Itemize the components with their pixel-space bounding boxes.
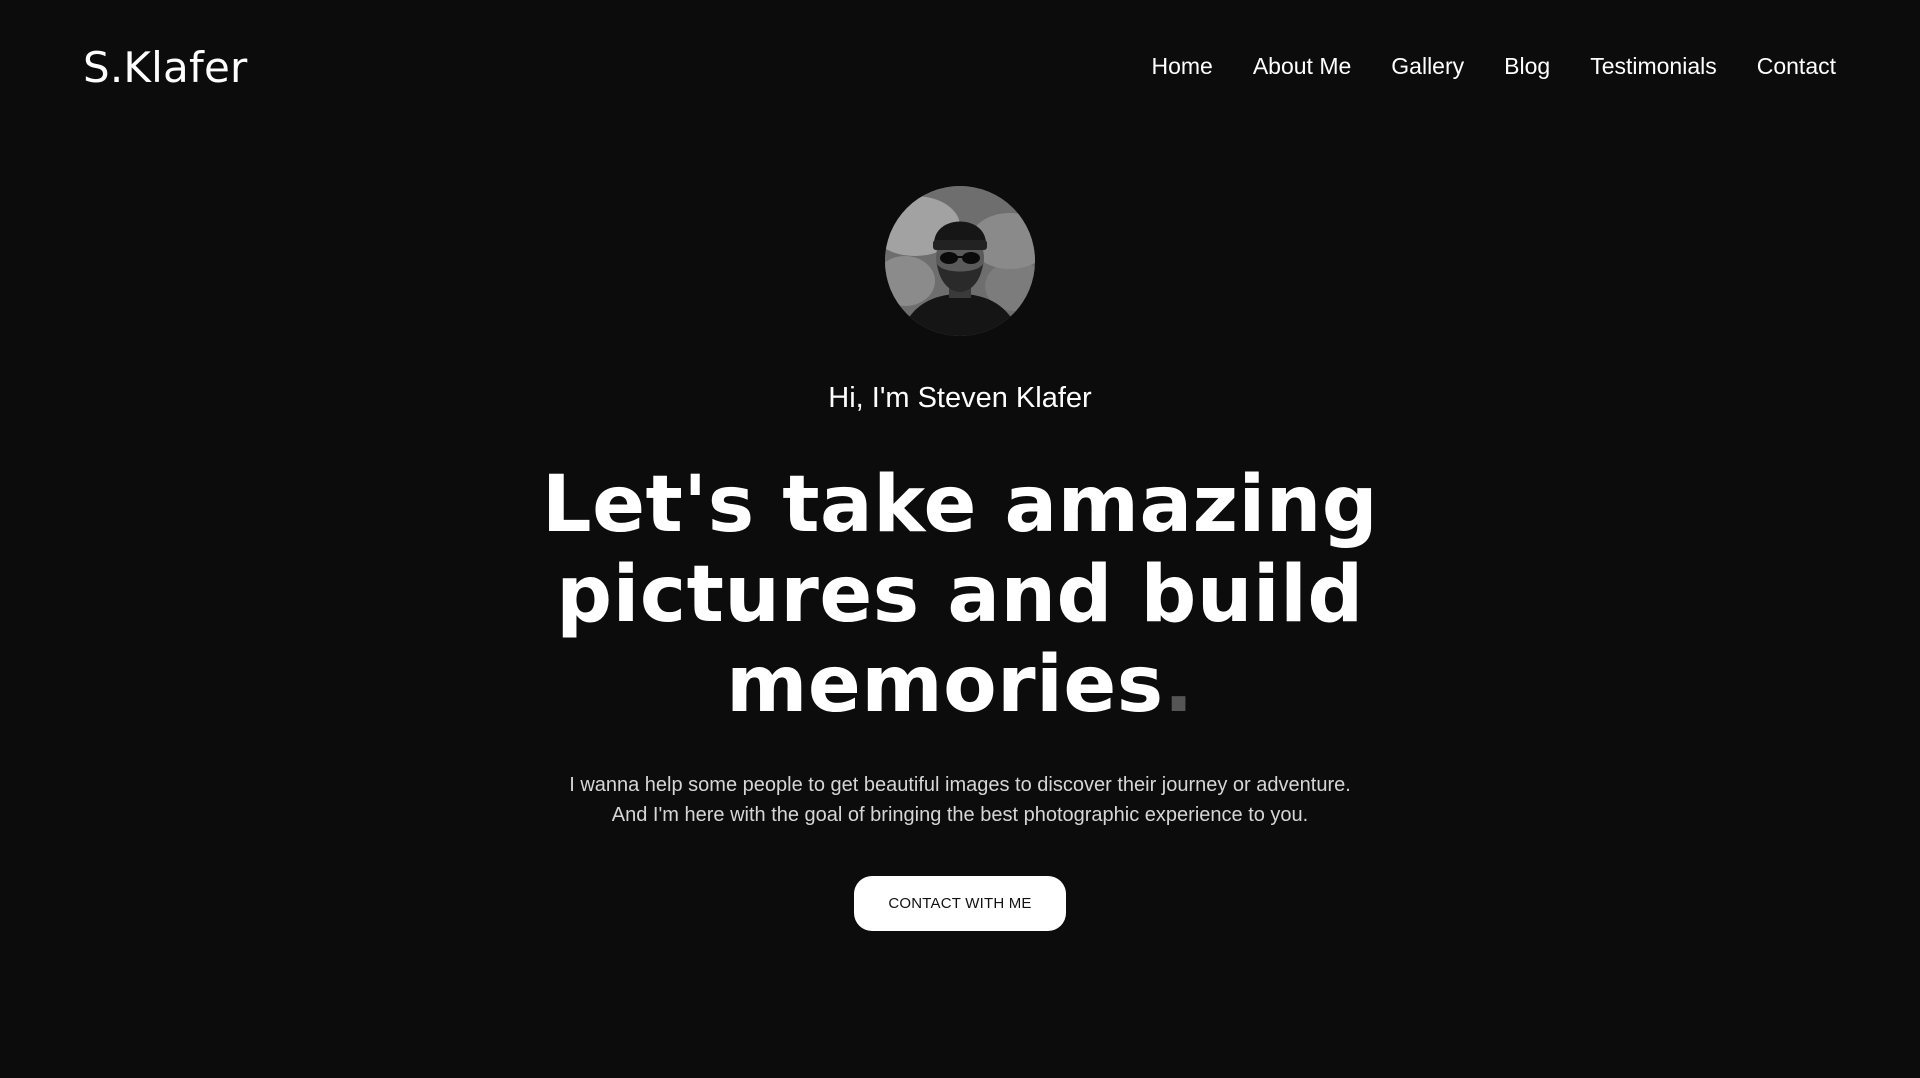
site-header: S.Klafer Home About Me Gallery Blog Test… (0, 0, 1920, 135)
hero-greeting: Hi, I'm Steven Klafer (828, 382, 1092, 414)
nav-item-contact[interactable]: Contact (1757, 50, 1836, 82)
hero-headline: Let's take amazing pictures and build me… (460, 460, 1460, 730)
avatar-portrait (885, 186, 1035, 336)
nav-item-gallery[interactable]: Gallery (1391, 50, 1464, 82)
contact-with-me-button[interactable]: CONTACT WITH ME (854, 876, 1066, 931)
headline-accent-dot: . (1163, 640, 1194, 730)
page: S.Klafer Home About Me Gallery Blog Test… (0, 0, 1920, 1078)
nav-item-testimonials[interactable]: Testimonials (1590, 50, 1717, 82)
nav-item-about-me[interactable]: About Me (1253, 50, 1351, 82)
avatar (885, 186, 1035, 336)
main-nav: Home About Me Gallery Blog Testimonials … (1151, 50, 1836, 82)
hero-description: I wanna help some people to get beautifu… (460, 770, 1460, 830)
site-logo[interactable]: S.Klafer (83, 40, 247, 96)
hero-headline-text: Let's take amazing pictures and build me… (541, 460, 1379, 730)
hero-description-line-2: And I'm here with the goal of bringing t… (611, 804, 1309, 826)
nav-item-home[interactable]: Home (1151, 50, 1212, 82)
nav-item-blog[interactable]: Blog (1504, 50, 1550, 82)
hero-description-line-1: I wanna help some people to get beautifu… (569, 774, 1351, 796)
